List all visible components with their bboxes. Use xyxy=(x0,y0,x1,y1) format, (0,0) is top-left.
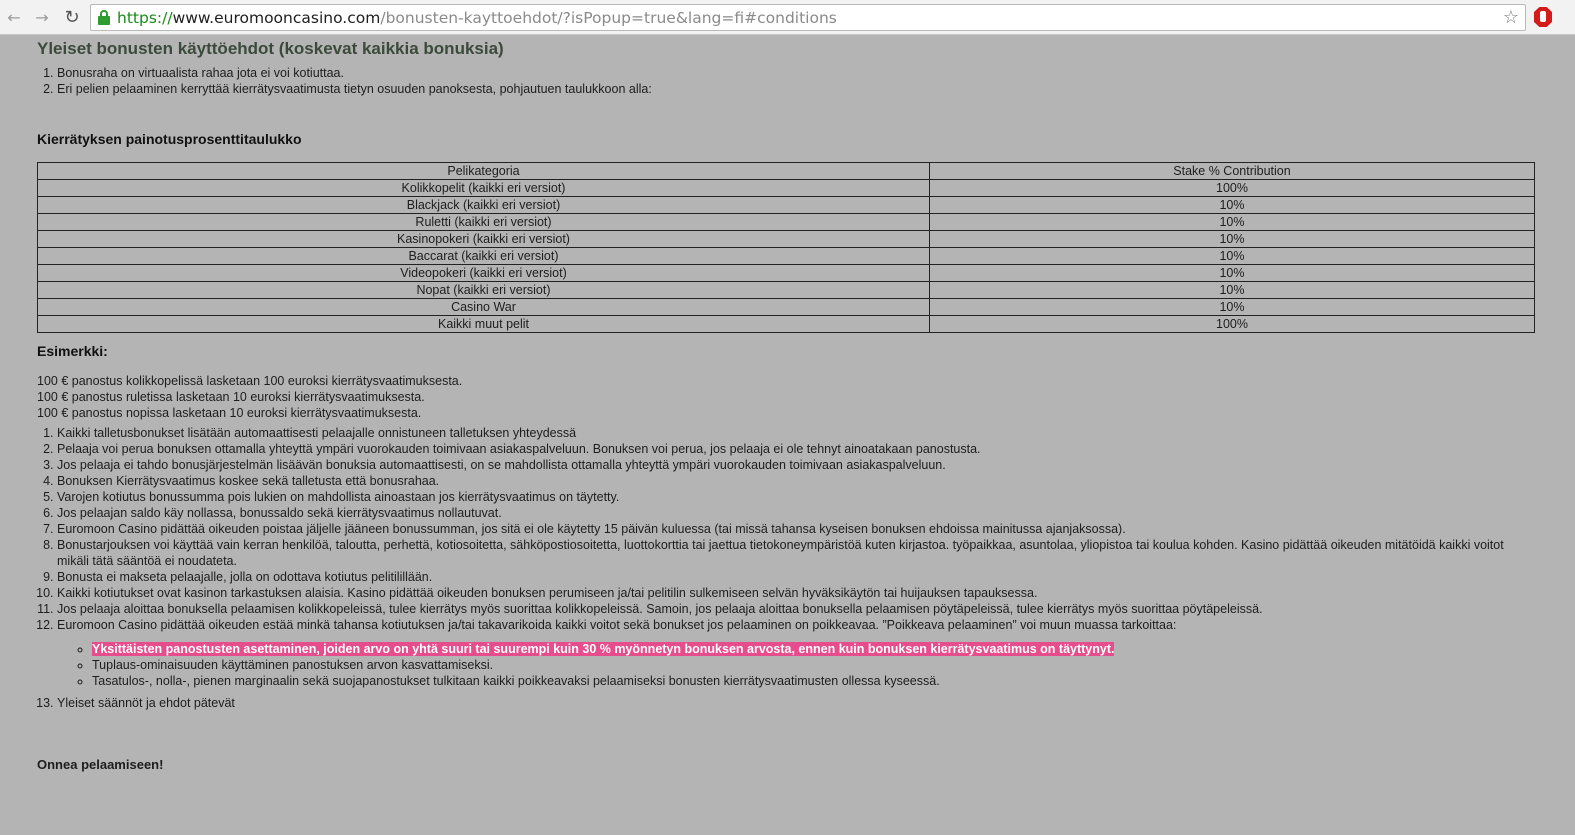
table-header-category: Pelikategoria xyxy=(37,162,930,180)
intro-list: Bonusraha on virtuaalista rahaa jota ei … xyxy=(37,65,1537,97)
forward-arrow-icon[interactable]: → xyxy=(32,7,52,27)
contribution-table: Pelikategoria Stake % Contribution Kolik… xyxy=(37,162,1535,333)
adblock-icon[interactable] xyxy=(1534,7,1552,27)
star-icon[interactable]: ☆ xyxy=(1503,7,1519,28)
abnormal-play-list: Yksittäisten panostusten asettaminen, jo… xyxy=(57,641,1537,689)
terms-list: Kaikki talletusbonukset lisätään automaa… xyxy=(37,425,1537,711)
table-cell-contribution: 10% xyxy=(929,281,1535,299)
table-row: Kaikki muut pelit 100% xyxy=(37,315,1535,333)
term-item: Bonuksen Kierrätysvaatimus koskee sekä t… xyxy=(57,473,1537,489)
intro-item: Bonusraha on virtuaalista rahaa jota ei … xyxy=(57,65,1537,81)
example-line: 100 € panostus kolikkopelissä lasketaan … xyxy=(37,374,463,388)
table-cell-contribution: 10% xyxy=(929,247,1535,265)
term-item: Pelaaja voi perua bonuksen ottamalla yht… xyxy=(57,441,1537,457)
lock-icon xyxy=(97,9,111,26)
term-item: Varojen kotiutus bonussumma pois lukien … xyxy=(57,489,1537,505)
example-lines: 100 € panostus kolikkopelissä lasketaan … xyxy=(37,373,1537,421)
abnormal-play-item: Tasatulos-, nolla-, pienen marginaalin s… xyxy=(92,673,1537,689)
table-cell-category: Kaikki muut pelit xyxy=(37,315,930,333)
table-row: Blackjack (kaikki eri versiot) 10% xyxy=(37,196,1535,214)
table-cell-contribution: 10% xyxy=(929,196,1535,214)
table-row: Kasinopokeri (kaikki eri versiot) 10% xyxy=(37,230,1535,248)
term-item: Yleiset säännöt ja ehdot pätevät xyxy=(57,695,1537,711)
browser-toolbar: ← → ↻ https://www.euromooncasino.com/bon… xyxy=(0,0,1575,35)
example-title: Esimerkki: xyxy=(37,343,108,359)
address-bar[interactable]: https://www.euromooncasino.com/bonusten-… xyxy=(90,4,1526,31)
page-title: Yleiset bonusten käyttöehdot (koskevat k… xyxy=(37,39,504,58)
table-row: Baccarat (kaikki eri versiot) 10% xyxy=(37,247,1535,265)
table-cell-category: Kolikkopelit (kaikki eri versiot) xyxy=(37,179,930,197)
table-cell-contribution: 10% xyxy=(929,230,1535,248)
table-row: Videopokeri (kaikki eri versiot) 10% xyxy=(37,264,1535,282)
example-line: 100 € panostus ruletissa lasketaan 10 eu… xyxy=(37,390,425,404)
table-row: Casino War 10% xyxy=(37,298,1535,316)
abnormal-play-item: Tuplaus-ominaisuuden käyttäminen panostu… xyxy=(92,657,1537,673)
table-header-contribution: Stake % Contribution xyxy=(929,162,1535,180)
term-item-text: Euromoon Casino pidättää oikeuden estää … xyxy=(57,618,1177,632)
table-row: Ruletti (kaikki eri versiot) 10% xyxy=(37,213,1535,231)
reload-icon[interactable]: ↻ xyxy=(62,7,82,28)
table-title: Kierrätyksen painotusprosenttitaulukko xyxy=(37,131,302,147)
term-item-abnormal-play: Euromoon Casino pidättää oikeuden estää … xyxy=(57,617,1537,689)
table-cell-category: Casino War xyxy=(37,298,930,316)
term-item: Jos pelaaja aloittaa bonuksella pelaamis… xyxy=(57,601,1537,617)
table-cell-contribution: 100% xyxy=(929,315,1535,333)
term-item: Kaikki kotiutukset ovat kasinon tarkastu… xyxy=(57,585,1537,601)
table-cell-contribution: 100% xyxy=(929,179,1535,197)
table-cell-category: Nopat (kaikki eri versiot) xyxy=(37,281,930,299)
table-row: Nopat (kaikki eri versiot) 10% xyxy=(37,281,1535,299)
url-text: https://www.euromooncasino.com/bonusten-… xyxy=(117,8,837,27)
closing-text: Onnea pelaamiseen! xyxy=(37,757,164,772)
table-cell-category: Blackjack (kaikki eri versiot) xyxy=(37,196,930,214)
table-cell-contribution: 10% xyxy=(929,264,1535,282)
term-item: Bonustarjouksen voi käyttää vain kerran … xyxy=(57,537,1537,569)
table-cell-category: Videopokeri (kaikki eri versiot) xyxy=(37,264,930,282)
terms-content: Yleiset bonusten käyttöehdot (koskevat k… xyxy=(37,38,1537,773)
term-item: Bonusta ei makseta pelaajalle, jolla on … xyxy=(57,569,1537,585)
back-arrow-icon[interactable]: ← xyxy=(4,7,24,27)
term-item: Jos pelaaja ei tahdo bonusjärjestelmän l… xyxy=(57,457,1537,473)
table-cell-category: Kasinopokeri (kaikki eri versiot) xyxy=(37,230,930,248)
table-cell-category: Baccarat (kaikki eri versiot) xyxy=(37,247,930,265)
table-header-row: Pelikategoria Stake % Contribution xyxy=(37,162,1535,180)
term-item: Kaikki talletusbonukset lisätään automaa… xyxy=(57,425,1537,441)
term-item: Euromoon Casino pidättää oikeuden poista… xyxy=(57,521,1537,537)
intro-item: Eri pelien pelaaminen kerryttää kierräty… xyxy=(57,81,1537,97)
example-line: 100 € panostus nopissa lasketaan 10 euro… xyxy=(37,406,422,420)
abnormal-play-item: Yksittäisten panostusten asettaminen, jo… xyxy=(92,641,1537,657)
term-item: Jos pelaajan saldo käy nollassa, bonussa… xyxy=(57,505,1537,521)
table-cell-contribution: 10% xyxy=(929,298,1535,316)
table-cell-category: Ruletti (kaikki eri versiot) xyxy=(37,213,930,231)
table-row: Kolikkopelit (kaikki eri versiot) 100% xyxy=(37,179,1535,197)
table-cell-contribution: 10% xyxy=(929,213,1535,231)
highlighted-text: Yksittäisten panostusten asettaminen, jo… xyxy=(92,642,1115,656)
